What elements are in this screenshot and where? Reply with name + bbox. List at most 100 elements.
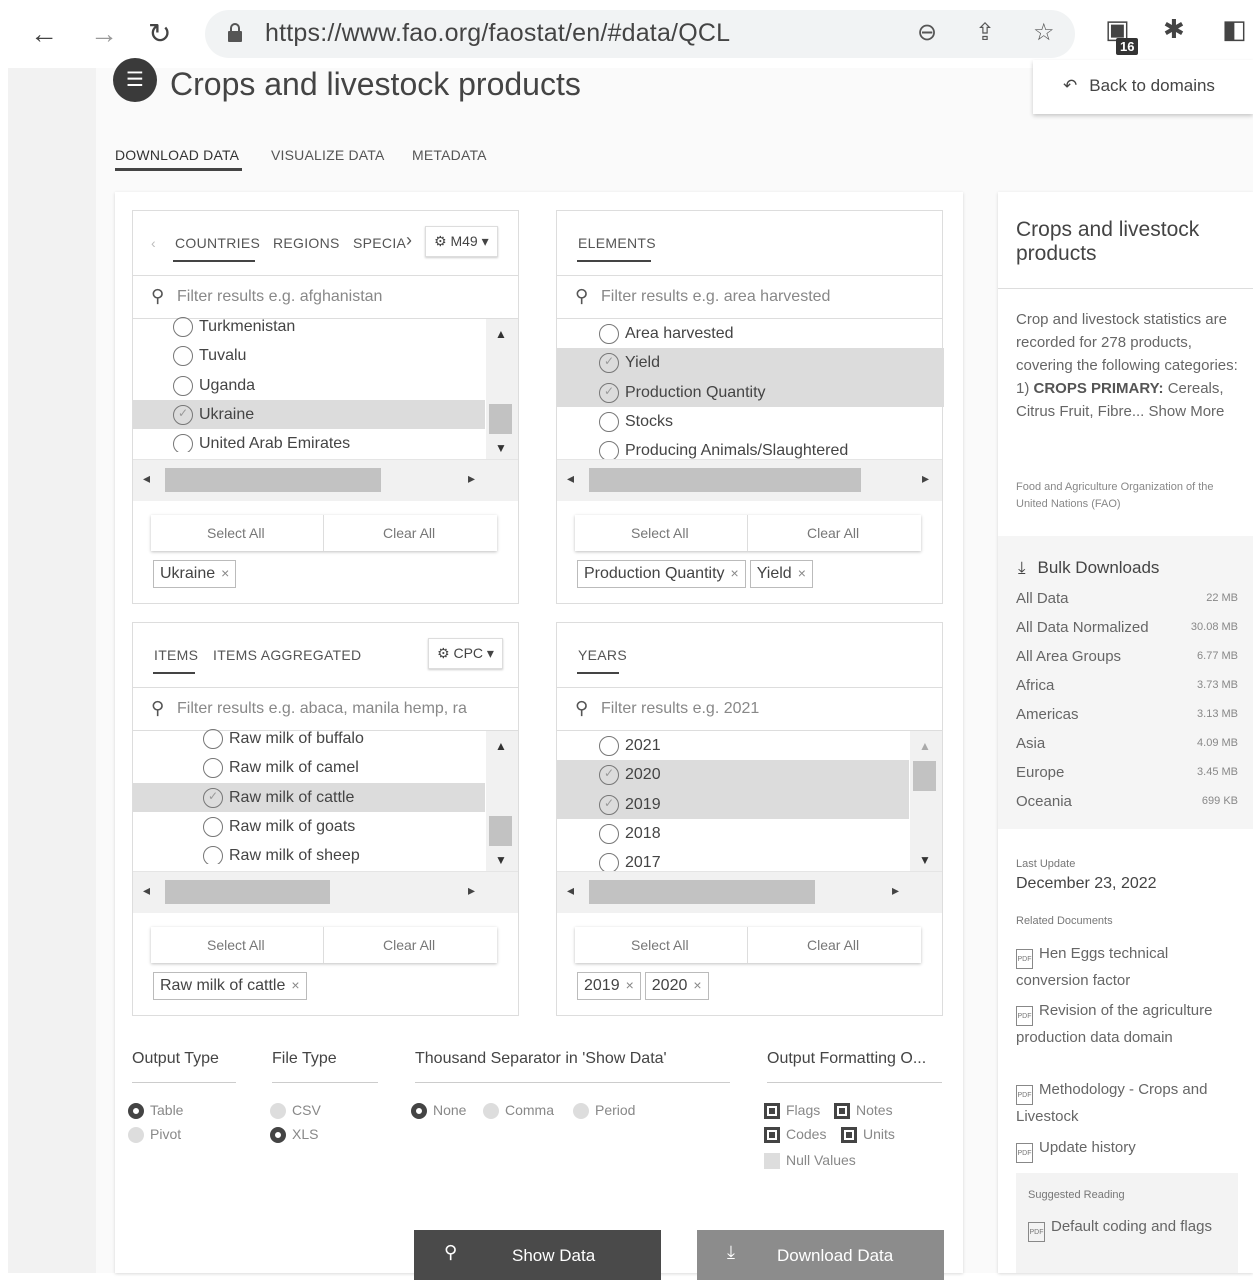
forward-arrow-icon[interactable]: → <box>90 14 118 54</box>
cpc-code-dropdown[interactable]: ⚙ CPC ▾ <box>428 638 503 669</box>
select-all-button[interactable]: Select All <box>207 937 265 953</box>
list-item[interactable]: 2020 <box>557 760 909 790</box>
remove-chip-icon[interactable]: × <box>731 565 739 581</box>
remove-chip-icon[interactable]: × <box>221 565 229 581</box>
list-item[interactable]: Uganda <box>133 371 485 400</box>
horizontal-scrollbar[interactable]: ◂ ▸ <box>133 459 518 501</box>
list-item[interactable]: Raw milk of goats <box>133 812 485 841</box>
side-panel-icon[interactable]: ◧ <box>1222 14 1247 45</box>
list-item[interactable]: Raw milk of cattle <box>133 782 485 812</box>
list-item[interactable]: Yield <box>557 348 944 378</box>
output-type-table-radio[interactable]: Table <box>128 1102 183 1120</box>
list-item[interactable]: 2018 <box>557 819 909 848</box>
m49-code-dropdown[interactable]: ⚙ M49 ▾ <box>425 226 498 257</box>
flags-checkbox[interactable]: Flags <box>764 1102 820 1120</box>
list-item[interactable]: Area harvested <box>557 319 944 348</box>
separator-comma-radio[interactable]: Comma <box>483 1102 554 1120</box>
related-document-link[interactable]: PDF Update history <box>1016 1136 1241 1163</box>
remove-chip-icon[interactable]: × <box>626 977 634 993</box>
tab-items-aggregated[interactable]: ITEMS AGGREGATED <box>213 647 361 663</box>
scroll-down-arrow-icon[interactable]: ▼ <box>919 853 931 867</box>
address-bar[interactable]: https://www.fao.org/faostat/en/#data/QCL… <box>205 10 1075 58</box>
scrollbar-thumb[interactable] <box>489 404 512 434</box>
tab-regions[interactable]: REGIONS <box>273 235 340 251</box>
separator-none-radio[interactable]: None <box>411 1102 466 1120</box>
notes-checkbox[interactable]: Notes <box>834 1102 893 1120</box>
scrollbar-thumb[interactable] <box>489 816 512 846</box>
scrollbar-thumb[interactable] <box>165 880 330 904</box>
scroll-left-arrow-icon[interactable]: ◂ <box>143 470 150 487</box>
list-item[interactable]: Producing Animals/Slaughtered <box>557 436 944 459</box>
horizontal-scrollbar[interactable]: ◂ ▸ <box>133 871 518 913</box>
scrollbar-thumb[interactable] <box>589 468 861 492</box>
tab-download-data[interactable]: DOWNLOAD DATA <box>115 147 239 163</box>
list-item[interactable]: Turkmenistan <box>133 312 485 341</box>
bookmark-star-icon[interactable]: ☆ <box>1033 18 1055 47</box>
null-values-checkbox[interactable]: Null Values <box>764 1152 856 1170</box>
list-item[interactable]: Stocks <box>557 407 944 436</box>
units-checkbox[interactable]: Units <box>841 1126 895 1144</box>
elements-filter-input[interactable]: ⚲ Filter results e.g. area harvested <box>557 276 942 319</box>
output-type-pivot-radio[interactable]: Pivot <box>128 1126 181 1144</box>
related-document-link[interactable]: PDF Hen Eggs technical conversion factor <box>1016 942 1241 992</box>
list-item[interactable]: Production Quantity <box>557 377 944 407</box>
scroll-right-arrow-icon[interactable]: ▸ <box>892 882 899 899</box>
horizontal-scrollbar[interactable]: ◂ ▸ <box>557 871 942 913</box>
list-item[interactable]: United Arab Emirates <box>133 429 485 452</box>
zoom-icon[interactable]: ⊖ <box>917 18 937 47</box>
tab-countries[interactable]: COUNTRIES <box>175 235 260 251</box>
tab-special[interactable]: SPECIA <box>353 235 406 251</box>
bulk-download-link[interactable]: All Area Groups 6.77 MB <box>1016 648 1238 665</box>
list-item[interactable]: Ukraine <box>133 399 485 430</box>
tabs-left-arrow-icon[interactable]: ‹ <box>151 235 156 251</box>
scroll-down-arrow-icon[interactable]: ▼ <box>495 441 507 455</box>
list-item[interactable]: 2021 <box>557 731 909 760</box>
remove-chip-icon[interactable]: × <box>798 565 806 581</box>
select-all-button[interactable]: Select All <box>207 525 265 541</box>
back-to-domains-button[interactable]: ↶ Back to domains <box>1033 60 1253 114</box>
scrollbar-thumb[interactable] <box>165 468 381 492</box>
bulk-download-link[interactable]: Americas 3.13 MB <box>1016 706 1238 723</box>
scroll-left-arrow-icon[interactable]: ◂ <box>143 882 150 899</box>
reload-icon[interactable]: ↻ <box>148 14 171 54</box>
bulk-download-link[interactable]: Asia 4.09 MB <box>1016 735 1238 752</box>
tab-visualize-data[interactable]: VISUALIZE DATA <box>271 147 385 163</box>
scroll-down-arrow-icon[interactable]: ▼ <box>495 853 507 867</box>
codes-checkbox[interactable]: Codes <box>764 1126 826 1144</box>
list-item[interactable]: Raw milk of buffalo <box>133 724 485 753</box>
tab-years[interactable]: YEARS <box>578 647 627 663</box>
bulk-download-link[interactable]: Africa 3.73 MB <box>1016 677 1238 694</box>
file-type-xls-radio[interactable]: XLS <box>270 1126 318 1144</box>
scroll-up-arrow-icon[interactable]: ▲ <box>919 739 931 753</box>
tab-items[interactable]: ITEMS <box>154 647 198 663</box>
clear-all-button[interactable]: Clear All <box>383 525 435 541</box>
years-filter-input[interactable]: ⚲ Filter results e.g. 2021 <box>557 688 942 731</box>
horizontal-scrollbar[interactable]: ◂ ▸ <box>557 459 942 501</box>
suggested-document-link[interactable]: PDF Default coding and flags <box>1028 1215 1228 1242</box>
vertical-scrollbar[interactable]: ▲ ▼ <box>486 731 518 871</box>
scroll-left-arrow-icon[interactable]: ◂ <box>567 470 574 487</box>
select-all-button[interactable]: Select All <box>631 937 689 953</box>
file-type-csv-radio[interactable]: CSV <box>270 1102 321 1120</box>
separator-period-radio[interactable]: Period <box>573 1102 635 1120</box>
scrollbar-thumb[interactable] <box>913 761 936 791</box>
clear-all-button[interactable]: Clear All <box>807 525 859 541</box>
remove-chip-icon[interactable]: × <box>291 977 299 993</box>
clear-all-button[interactable]: Clear All <box>383 937 435 953</box>
remove-chip-icon[interactable]: × <box>693 977 701 993</box>
domain-menu-icon[interactable]: ☰ <box>113 58 157 102</box>
puzzle-extensions-icon[interactable]: ✱ <box>1163 14 1185 45</box>
bulk-download-link[interactable]: Oceania 699 KB <box>1016 793 1238 810</box>
related-document-link[interactable]: PDF Revision of the agriculture productio… <box>1016 999 1241 1049</box>
related-document-link[interactable]: PDF Methodology - Crops and Livestock <box>1016 1078 1241 1128</box>
scroll-right-arrow-icon[interactable]: ▸ <box>468 470 475 487</box>
list-item[interactable]: Tuvalu <box>133 341 485 370</box>
list-item[interactable]: Raw milk of sheep <box>133 841 485 864</box>
bulk-download-link[interactable]: All Data 22 MB <box>1016 590 1238 607</box>
scroll-right-arrow-icon[interactable]: ▸ <box>468 882 475 899</box>
list-item[interactable]: 2017 <box>557 848 909 871</box>
back-arrow-icon[interactable]: ← <box>30 14 58 54</box>
scroll-up-arrow-icon[interactable]: ▲ <box>495 739 507 753</box>
bulk-download-link[interactable]: Europe 3.45 MB <box>1016 764 1238 781</box>
vertical-scrollbar[interactable]: ▲ ▼ <box>910 731 942 871</box>
